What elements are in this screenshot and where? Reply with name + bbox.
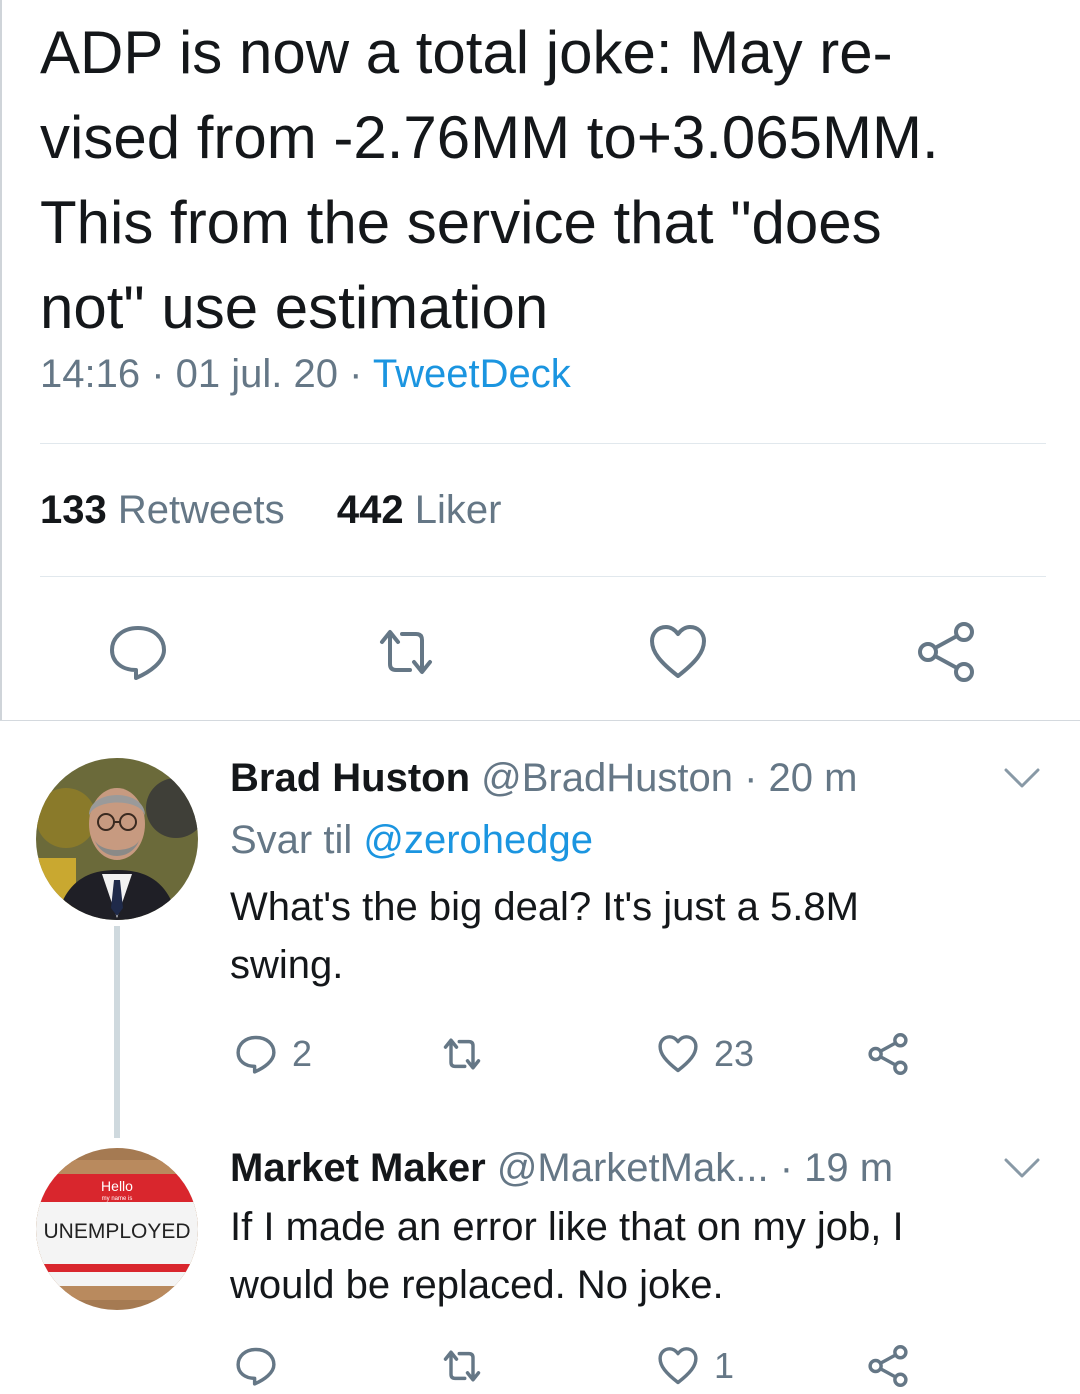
reply-to-handle[interactable]: @zerohedge: [363, 818, 593, 862]
author-handle[interactable]: @MarketMak...: [497, 1146, 769, 1190]
meta-separator: ·: [151, 352, 176, 396]
share-button[interactable]: [866, 1344, 910, 1388]
reply-button[interactable]: 2: [234, 1032, 312, 1076]
section-divider: [0, 720, 1080, 721]
author-name[interactable]: Market Maker: [230, 1146, 486, 1190]
reply-text-line: What's the big deal? It's just a 5.8M: [230, 885, 859, 929]
badge-word: UNEMPLOYED: [43, 1220, 190, 1243]
tweet-text-line: This from the service that "does: [40, 189, 882, 256]
likes-count: 442: [336, 488, 404, 532]
reply-to-label: Svar til: [230, 818, 353, 862]
share-button[interactable]: [866, 1032, 910, 1076]
reply-time: 19 m: [804, 1146, 894, 1190]
author-name[interactable]: Brad Huston: [230, 756, 470, 800]
reply-button[interactable]: [106, 620, 170, 684]
retweet-icon: [380, 630, 432, 674]
badge-hello: Hello: [101, 1178, 133, 1194]
meta-separator: ·: [744, 756, 769, 800]
author-handle[interactable]: @BradHuston: [481, 756, 733, 800]
like-count: 23: [714, 1033, 755, 1074]
tweet-meta: 14:16 · 01 jul. 20 · TweetDeck: [40, 352, 571, 397]
share-icon: [918, 622, 974, 682]
retweet-button[interactable]: [440, 1032, 484, 1076]
tweet-text-line: ADP is now a total joke: May re-: [40, 19, 893, 86]
reply-text: If I made an error like that on my job, …: [230, 1198, 1010, 1314]
retweet-icon: [443, 1350, 481, 1382]
reply-icon: [110, 626, 166, 680]
divider: [40, 576, 1046, 577]
reply-count: 2: [292, 1033, 313, 1074]
like-icon: [658, 1347, 698, 1385]
avatar-name-tag-image: Hello my name is UNEMPLOYED: [36, 1148, 198, 1310]
likes-label: Liker: [414, 488, 502, 532]
reply-text-line: If I made an error like that on my job, …: [230, 1205, 904, 1249]
chevron-down-icon[interactable]: [1002, 764, 1042, 792]
reply-text: What's the big deal? It's just a 5.8M sw…: [230, 878, 1010, 994]
tweet-time: 14:16: [40, 352, 141, 396]
tweet-text: ADP is now a total joke: May re- vised f…: [40, 10, 1050, 350]
retweet-icon: [443, 1038, 481, 1070]
tweet-text-line: not" use estimation: [40, 274, 549, 341]
reply-header: Brad Huston @BradHuston · 20 m: [230, 756, 857, 801]
like-button[interactable]: 1: [656, 1344, 734, 1388]
reply-header: Market Maker @MarketMak... · 19 m: [230, 1146, 893, 1191]
reply-text-line: swing.: [230, 943, 344, 987]
like-icon: [658, 1035, 698, 1073]
like-button[interactable]: 23: [656, 1032, 754, 1076]
tweet-stats: 133 Retweets 442 Liker: [40, 488, 501, 533]
tweet-source-link[interactable]: TweetDeck: [373, 352, 571, 396]
avatar[interactable]: Hello my name is UNEMPLOYED: [36, 1148, 198, 1310]
tweet-actions: [2, 620, 1080, 684]
reply-to: Svar til @zerohedge: [230, 818, 593, 863]
divider: [40, 443, 1046, 444]
share-button[interactable]: [914, 620, 978, 684]
meta-separator: ·: [349, 352, 373, 396]
avatar[interactable]: [36, 758, 198, 920]
reply-button[interactable]: [234, 1344, 278, 1388]
main-tweet: ADP is now a total joke: May re- vised f…: [0, 0, 1080, 720]
like-button[interactable]: [646, 620, 710, 684]
like-count: 1: [714, 1345, 735, 1386]
likes-stat[interactable]: 442 Liker: [337, 488, 502, 532]
retweets-stat[interactable]: 133 Retweets: [40, 488, 296, 532]
reply-text-line: would be replaced. No joke.: [230, 1263, 724, 1307]
thread-line: [114, 926, 120, 1138]
like-icon: [650, 625, 706, 678]
retweets-label: Retweets: [117, 488, 285, 532]
share-icon: [868, 1345, 908, 1387]
tweet-date: 01 jul. 20: [175, 352, 339, 396]
avatar-photo: [36, 758, 198, 920]
share-icon: [868, 1033, 908, 1075]
tweet-text-line: vised from -2.76MM to+3.065MM.: [40, 104, 939, 171]
retweets-count: 133: [40, 488, 107, 532]
retweet-button[interactable]: [440, 1344, 484, 1388]
chevron-down-icon[interactable]: [1002, 1154, 1042, 1182]
retweet-button[interactable]: [374, 620, 438, 684]
reply-icon: [236, 1035, 276, 1074]
meta-separator: ·: [779, 1146, 805, 1190]
reply-icon: [236, 1347, 276, 1386]
reply-time: 20 m: [768, 756, 858, 800]
badge-sub: my name is: [102, 1196, 133, 1202]
